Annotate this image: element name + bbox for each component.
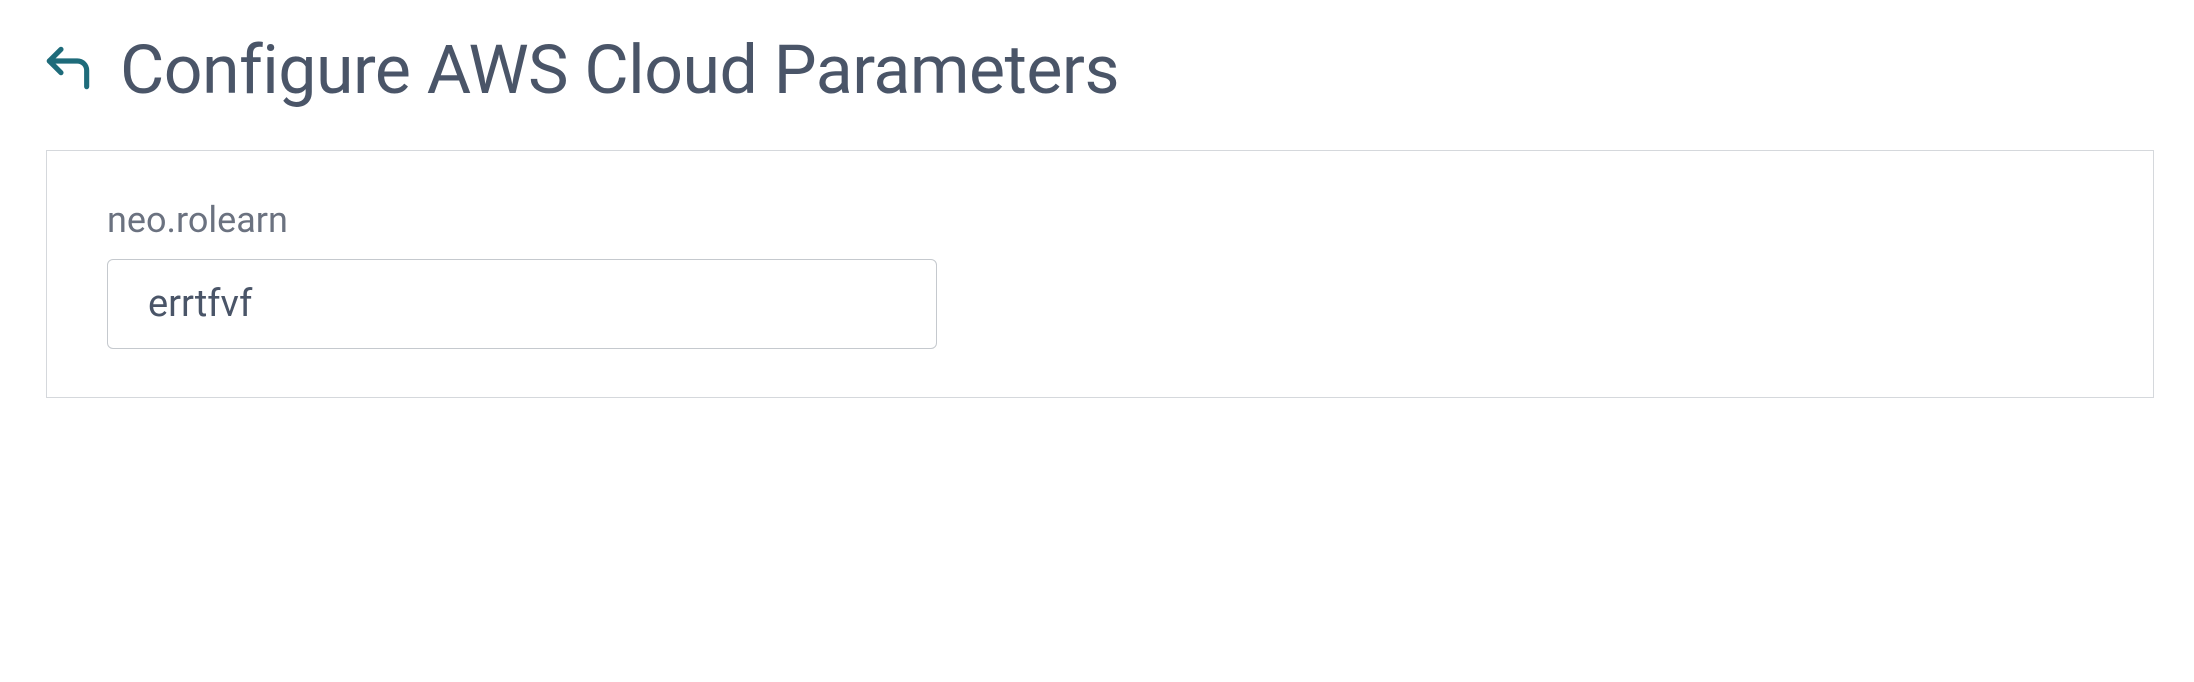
rolearn-input[interactable]	[107, 259, 937, 349]
back-arrow-icon	[40, 40, 96, 100]
page-title: Configure AWS Cloud Parameters	[120, 30, 1119, 110]
page-header: Configure AWS Cloud Parameters	[40, 30, 2154, 110]
rolearn-label: neo.rolearn	[107, 199, 2093, 241]
parameters-panel: neo.rolearn	[46, 150, 2154, 398]
back-button[interactable]	[40, 42, 96, 98]
